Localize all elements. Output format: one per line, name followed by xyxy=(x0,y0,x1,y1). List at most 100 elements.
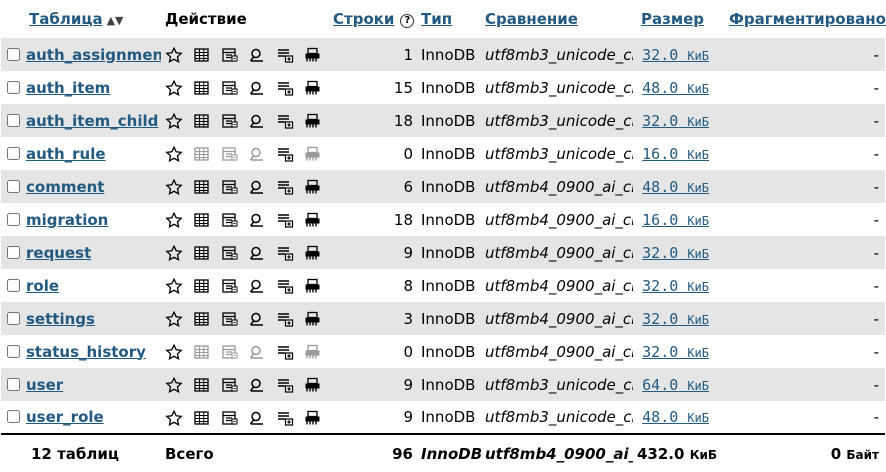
favorite-star-icon[interactable] xyxy=(165,377,183,393)
favorite-star-icon[interactable] xyxy=(165,344,183,360)
structure-icon[interactable] xyxy=(221,410,239,426)
size-link[interactable]: 48.0 КиБ xyxy=(642,408,709,426)
sort-by-collation-link[interactable]: Сравнение xyxy=(485,10,578,28)
table-name-link[interactable]: auth_item xyxy=(26,79,110,97)
favorite-star-icon[interactable] xyxy=(165,212,183,228)
row-checkbox[interactable] xyxy=(7,113,20,127)
search-icon[interactable] xyxy=(248,377,266,393)
empty-icon[interactable] xyxy=(304,311,322,327)
search-icon[interactable] xyxy=(248,245,266,261)
favorite-star-icon[interactable] xyxy=(165,278,183,294)
structure-icon[interactable] xyxy=(221,377,239,393)
structure-icon[interactable] xyxy=(221,179,239,195)
header-rows[interactable]: Строки? xyxy=(329,0,417,38)
size-link[interactable]: 32.0 КиБ xyxy=(642,310,709,328)
browse-icon[interactable] xyxy=(193,410,211,426)
favorite-star-icon[interactable] xyxy=(165,409,183,426)
search-icon[interactable] xyxy=(248,146,266,162)
table-name-link[interactable]: user xyxy=(26,376,63,394)
row-checkbox[interactable] xyxy=(7,212,20,226)
size-link[interactable]: 32.0 КиБ xyxy=(642,277,709,295)
sort-by-table-link[interactable]: Таблица xyxy=(29,10,103,28)
table-name-link[interactable]: settings xyxy=(26,310,95,328)
row-checkbox[interactable] xyxy=(7,47,20,61)
empty-icon[interactable] xyxy=(304,278,322,294)
browse-icon[interactable] xyxy=(193,179,211,195)
favorite-star-icon[interactable] xyxy=(165,80,183,96)
insert-icon[interactable] xyxy=(276,377,294,393)
insert-icon[interactable] xyxy=(276,146,294,162)
header-table[interactable]: Таблица ▲▼ xyxy=(1,0,161,38)
favorite-star-icon[interactable] xyxy=(165,113,183,129)
search-icon[interactable] xyxy=(248,344,266,360)
table-name-link[interactable]: status_history xyxy=(26,343,146,361)
sort-by-fragmented-link[interactable]: Фрагментировано xyxy=(729,10,886,28)
empty-icon[interactable] xyxy=(304,377,322,393)
row-checkbox[interactable] xyxy=(7,344,20,358)
size-link[interactable]: 64.0 КиБ xyxy=(642,376,709,394)
size-link[interactable]: 32.0 КиБ xyxy=(642,343,709,361)
empty-icon[interactable] xyxy=(304,179,322,195)
header-collation[interactable]: Сравнение xyxy=(481,0,633,38)
structure-icon[interactable] xyxy=(221,80,239,96)
insert-icon[interactable] xyxy=(276,47,294,63)
search-icon[interactable] xyxy=(248,212,266,228)
table-name-link[interactable]: auth_rule xyxy=(26,145,106,163)
search-icon[interactable] xyxy=(248,113,266,129)
search-icon[interactable] xyxy=(248,311,266,327)
browse-icon[interactable] xyxy=(193,80,211,96)
structure-icon[interactable] xyxy=(221,47,239,63)
empty-icon[interactable] xyxy=(304,245,322,261)
table-name-link[interactable]: auth_item_child xyxy=(26,112,158,130)
browse-icon[interactable] xyxy=(193,278,211,294)
insert-icon[interactable] xyxy=(276,179,294,195)
size-link[interactable]: 48.0 КиБ xyxy=(642,178,709,196)
size-link[interactable]: 16.0 КиБ xyxy=(642,211,709,229)
row-checkbox[interactable] xyxy=(7,311,20,325)
browse-icon[interactable] xyxy=(193,311,211,327)
insert-icon[interactable] xyxy=(276,113,294,129)
search-icon[interactable] xyxy=(248,410,266,426)
header-type[interactable]: Тип xyxy=(417,0,481,38)
insert-icon[interactable] xyxy=(276,80,294,96)
row-checkbox[interactable] xyxy=(7,245,20,259)
browse-icon[interactable] xyxy=(193,47,211,63)
size-link[interactable]: 32.0 КиБ xyxy=(642,46,709,64)
sort-by-rows-link[interactable]: Строки xyxy=(333,10,394,28)
size-link[interactable]: 48.0 КиБ xyxy=(642,79,709,97)
search-icon[interactable] xyxy=(248,278,266,294)
favorite-star-icon[interactable] xyxy=(165,311,183,327)
search-icon[interactable] xyxy=(248,47,266,63)
favorite-star-icon[interactable] xyxy=(165,179,183,195)
table-name-link[interactable]: comment xyxy=(26,178,104,196)
empty-icon[interactable] xyxy=(304,113,322,129)
empty-icon[interactable] xyxy=(304,344,322,360)
size-link[interactable]: 32.0 КиБ xyxy=(642,112,709,130)
insert-icon[interactable] xyxy=(276,278,294,294)
structure-icon[interactable] xyxy=(221,146,239,162)
row-checkbox[interactable] xyxy=(7,80,20,94)
empty-icon[interactable] xyxy=(304,47,322,63)
table-name-link[interactable]: migration xyxy=(26,211,108,229)
insert-icon[interactable] xyxy=(276,410,294,426)
table-name-link[interactable]: user_role xyxy=(26,408,104,426)
structure-icon[interactable] xyxy=(221,113,239,129)
row-checkbox[interactable] xyxy=(7,146,20,160)
empty-icon[interactable] xyxy=(304,146,322,162)
favorite-star-icon[interactable] xyxy=(165,47,183,63)
header-size[interactable]: Размер xyxy=(633,0,725,38)
search-icon[interactable] xyxy=(248,179,266,195)
structure-icon[interactable] xyxy=(221,212,239,228)
browse-icon[interactable] xyxy=(193,113,211,129)
row-checkbox[interactable] xyxy=(7,179,20,193)
empty-icon[interactable] xyxy=(304,80,322,96)
structure-icon[interactable] xyxy=(221,245,239,261)
help-icon[interactable]: ? xyxy=(400,14,415,28)
sort-order-icon[interactable]: ▲▼ xyxy=(107,14,124,27)
browse-icon[interactable] xyxy=(193,146,211,162)
insert-icon[interactable] xyxy=(276,311,294,327)
favorite-star-icon[interactable] xyxy=(165,146,183,162)
row-checkbox[interactable] xyxy=(7,410,20,423)
table-name-link[interactable]: auth_assignment xyxy=(26,46,161,64)
browse-icon[interactable] xyxy=(193,377,211,393)
